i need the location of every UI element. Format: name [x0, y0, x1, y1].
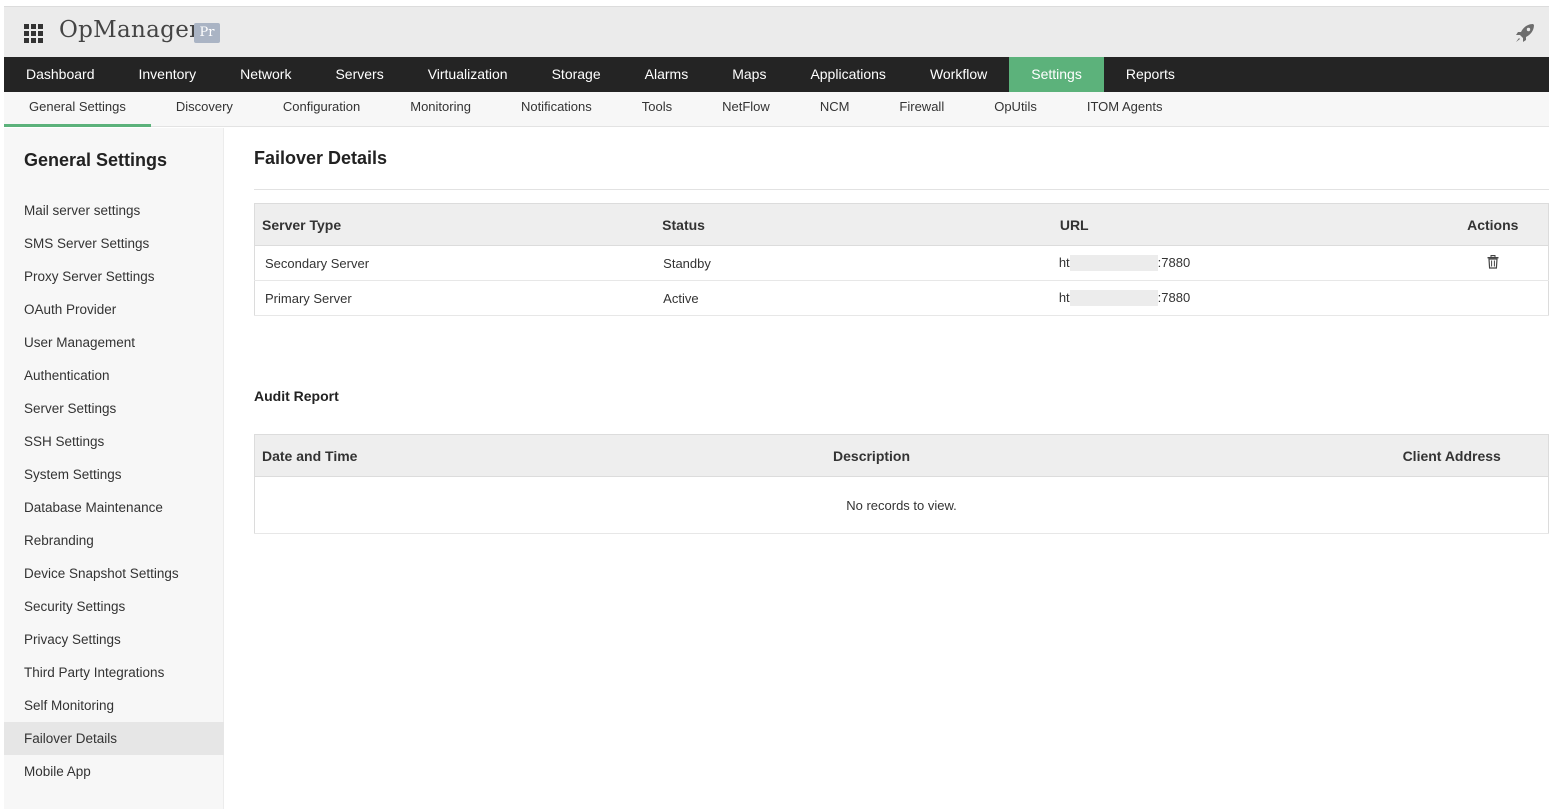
sidebar-item-mobile-app[interactable]: Mobile App — [4, 755, 224, 788]
sidebar-item-database-maintenance[interactable]: Database Maintenance — [4, 491, 224, 524]
sidebar-item-device-snapshot-settings[interactable]: Device Snapshot Settings — [4, 557, 224, 590]
url-prefix: ht — [1058, 289, 1070, 305]
main-nav: Dashboard Inventory Network Servers Virt… — [4, 57, 1549, 92]
rocket-icon[interactable] — [1513, 21, 1537, 45]
title-divider — [254, 189, 1549, 190]
tab-settings[interactable]: Settings — [1009, 57, 1104, 92]
subtab-configuration[interactable]: Configuration — [258, 92, 385, 127]
column-header-url: URL — [1052, 203, 1438, 246]
subtab-tools[interactable]: Tools — [617, 92, 697, 127]
sub-nav: General Settings Discovery Configuration… — [4, 92, 1549, 127]
no-records-message: No records to view. — [254, 476, 1549, 534]
tab-maps[interactable]: Maps — [710, 57, 788, 92]
tab-dashboard[interactable]: Dashboard — [4, 57, 117, 92]
failover-header-row: Server Type Status URL Actions — [254, 203, 1549, 246]
url-cell: ht :7880 — [1052, 280, 1438, 316]
sidebar-item-mail-server-settings[interactable]: Mail server settings — [4, 194, 224, 227]
edition-badge: Pr — [194, 23, 220, 43]
tab-network[interactable]: Network — [218, 57, 313, 92]
url-suffix: :7880 — [1157, 254, 1191, 270]
column-header-description: Description — [826, 434, 1396, 477]
table-row: Secondary Server Standby ht :7880 — [254, 245, 1549, 281]
subtab-firewall[interactable]: Firewall — [874, 92, 969, 127]
app-title: OpManager — [59, 17, 201, 43]
server-type-cell: Secondary Server — [254, 245, 656, 281]
page-title: Failover Details — [254, 148, 388, 168]
sidebar-item-sms-server-settings[interactable]: SMS Server Settings — [4, 227, 224, 260]
audit-header-row: Date and Time Description Client Address — [254, 434, 1549, 477]
tab-applications[interactable]: Applications — [788, 57, 908, 92]
sidebar-item-system-settings[interactable]: System Settings — [4, 458, 224, 491]
tab-alarms[interactable]: Alarms — [623, 57, 711, 92]
subtab-ncm[interactable]: NCM — [795, 92, 875, 127]
sidebar-item-user-management[interactable]: User Management — [4, 326, 224, 359]
subtab-netflow[interactable]: NetFlow — [697, 92, 795, 127]
column-header-date-time: Date and Time — [254, 434, 827, 477]
tab-virtualization[interactable]: Virtualization — [406, 57, 530, 92]
column-header-server-type: Server Type — [254, 203, 656, 246]
server-type-cell: Primary Server — [254, 280, 656, 316]
sidebar-item-rebranding[interactable]: Rebranding — [4, 524, 224, 557]
url-suffix: :7880 — [1157, 289, 1191, 305]
column-header-actions: Actions — [1437, 203, 1549, 246]
table-row: Primary Server Active ht :7880 — [254, 280, 1549, 316]
empty-row: No records to view. — [254, 476, 1549, 534]
sidebar-item-ssh-settings[interactable]: SSH Settings — [4, 425, 224, 458]
subtab-monitoring[interactable]: Monitoring — [385, 92, 496, 127]
audit-report-title: Audit Report — [254, 388, 339, 404]
subtab-general-settings[interactable]: General Settings — [4, 92, 151, 127]
audit-table: Date and Time Description Client Address… — [254, 434, 1549, 534]
redacted-url-mask — [1069, 290, 1158, 307]
status-cell: Active — [655, 280, 1053, 316]
redacted-url-mask — [1069, 255, 1158, 272]
sidebar-item-self-monitoring[interactable]: Self Monitoring — [4, 689, 224, 722]
apps-grid-icon[interactable] — [24, 24, 44, 44]
tab-storage[interactable]: Storage — [530, 57, 623, 92]
sidebar-list: Mail server settings SMS Server Settings… — [4, 194, 224, 788]
tab-reports[interactable]: Reports — [1104, 57, 1197, 92]
subtab-itom-agents[interactable]: ITOM Agents — [1062, 92, 1188, 127]
column-header-client-address: Client Address — [1395, 434, 1549, 477]
column-header-status: Status — [655, 203, 1053, 246]
actions-cell — [1437, 245, 1549, 281]
sidebar-item-oauth-provider[interactable]: OAuth Provider — [4, 293, 224, 326]
tab-servers[interactable]: Servers — [313, 57, 405, 92]
sidebar-item-proxy-server-settings[interactable]: Proxy Server Settings — [4, 260, 224, 293]
sidebar-item-failover-details[interactable]: Failover Details — [4, 722, 224, 755]
actions-cell — [1437, 280, 1549, 316]
url-prefix: ht — [1058, 254, 1070, 270]
tab-inventory[interactable]: Inventory — [117, 57, 219, 92]
trash-icon[interactable] — [1486, 254, 1500, 269]
subtab-oputils[interactable]: OpUtils — [969, 92, 1062, 127]
app-header: OpManager Pr — [4, 6, 1549, 57]
sidebar-item-third-party-integrations[interactable]: Third Party Integrations — [4, 656, 224, 689]
failover-table: Server Type Status URL Actions Secondary… — [254, 203, 1549, 316]
url-cell: ht :7880 — [1052, 245, 1438, 281]
sidebar-item-server-settings[interactable]: Server Settings — [4, 392, 224, 425]
sidebar: General Settings Mail server settings SM… — [4, 128, 224, 809]
tab-workflow[interactable]: Workflow — [908, 57, 1009, 92]
sidebar-item-privacy-settings[interactable]: Privacy Settings — [4, 623, 224, 656]
status-cell: Standby — [655, 245, 1053, 281]
sidebar-item-authentication[interactable]: Authentication — [4, 359, 224, 392]
subtab-notifications[interactable]: Notifications — [496, 92, 617, 127]
subtab-discovery[interactable]: Discovery — [151, 92, 258, 127]
sidebar-title: General Settings — [24, 150, 168, 170]
sidebar-item-security-settings[interactable]: Security Settings — [4, 590, 224, 623]
